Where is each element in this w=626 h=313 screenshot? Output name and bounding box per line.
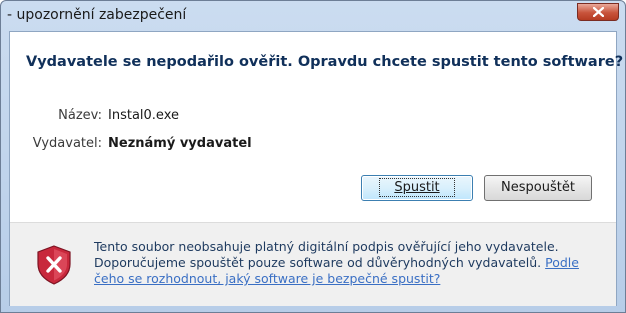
security-warning-window: - upozornění zabezpečení Vydavatele se n… [0, 0, 626, 313]
dialog-body: Vydavatele se nepodařilo ověřit. Opravdu… [9, 31, 623, 306]
footer-message: Tento soubor neobsahuje platný digitální… [94, 239, 604, 287]
name-value: Instal0.exe [108, 108, 179, 123]
name-label: Název: [58, 108, 102, 123]
publisher-value: Neznámý vydavatel [108, 136, 252, 151]
publisher-label: Vydavatel: [32, 136, 102, 151]
footer-text: Tento soubor neobsahuje platný digitální… [94, 239, 559, 270]
run-button[interactable]: Spustit [361, 175, 473, 201]
dont-run-button[interactable]: Nespouštět [484, 175, 592, 201]
title-bar[interactable]: - upozornění zabezpečení [1, 1, 625, 31]
close-button[interactable] [577, 3, 619, 21]
footer-panel: Tento soubor neobsahuje platný digitální… [10, 222, 616, 306]
dialog-headline: Vydavatele se nepodařilo ověřit. Opravdu… [26, 54, 624, 70]
window-title: - upozornění zabezpečení [7, 7, 187, 23]
run-button-label: Spustit [379, 178, 455, 197]
shield-error-icon [36, 245, 72, 289]
